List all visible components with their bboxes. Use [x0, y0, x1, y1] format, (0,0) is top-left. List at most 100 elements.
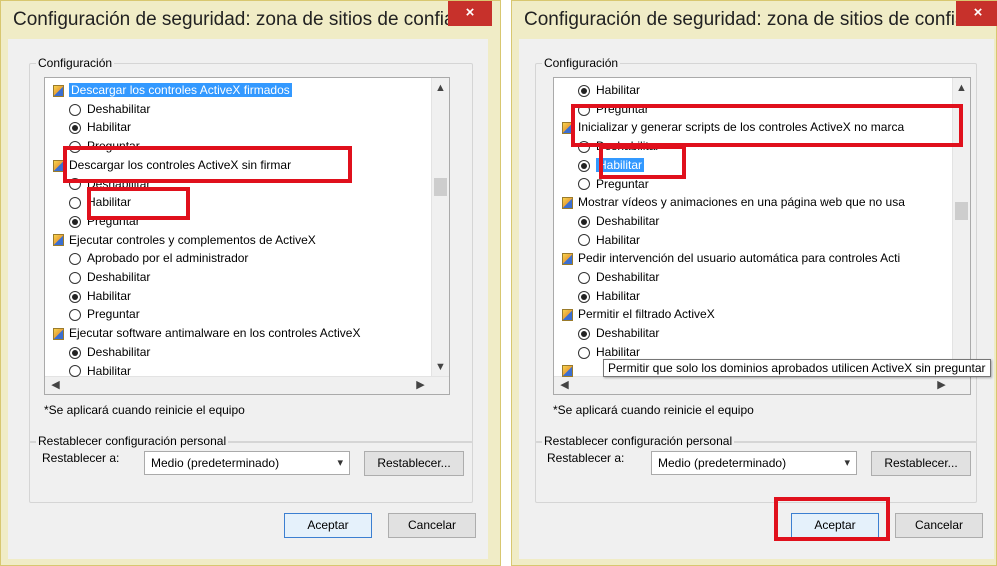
- setting-category[interactable]: [562, 362, 578, 380]
- setting-option[interactable]: Deshabilitar: [578, 212, 659, 230]
- horizontal-scrollbar[interactable]: ◀ ▶: [554, 376, 970, 394]
- reset-to-label: Restablecer a:: [42, 451, 120, 465]
- setting-option[interactable]: Preguntar: [578, 100, 649, 118]
- restart-note: *Se aplicará cuando reinicie el equipo: [44, 403, 245, 417]
- setting-label: Pedir intervención del usuario automátic…: [578, 251, 901, 266]
- restart-note: *Se aplicará cuando reinicie el equipo: [553, 403, 754, 417]
- setting-option[interactable]: Preguntar: [69, 305, 140, 323]
- radio-button[interactable]: [578, 84, 590, 97]
- radio-button[interactable]: [578, 215, 590, 228]
- vertical-scrollbar[interactable]: ▲ ▼: [952, 78, 970, 377]
- setting-option[interactable]: Deshabilitar: [69, 175, 150, 193]
- setting-option[interactable]: Habilitar: [578, 156, 645, 174]
- scroll-up-icon[interactable]: ▲: [953, 82, 970, 94]
- reset-level-select[interactable]: Medio (predeterminado) ▾: [144, 451, 350, 475]
- setting-label: Habilitar: [87, 195, 132, 210]
- setting-category[interactable]: Ejecutar controles y complementos de Act…: [53, 231, 316, 249]
- setting-option[interactable]: Habilitar: [69, 362, 131, 380]
- setting-option[interactable]: Deshabilitar: [578, 324, 659, 342]
- setting-option[interactable]: Deshabilitar: [69, 100, 150, 118]
- radio-button[interactable]: [578, 234, 590, 247]
- setting-option[interactable]: Habilitar: [578, 287, 640, 305]
- reset-level-select[interactable]: Medio (predeterminado) ▾: [651, 451, 857, 475]
- setting-option[interactable]: Preguntar: [69, 137, 140, 155]
- setting-label: Habilitar: [596, 157, 645, 172]
- scroll-left-icon[interactable]: ◀: [47, 378, 64, 391]
- tooltip: Permitir que solo los dominios aprobados…: [603, 359, 991, 377]
- setting-label: Habilitar: [596, 232, 641, 247]
- scroll-right-icon[interactable]: ▶: [412, 378, 429, 391]
- cancel-button[interactable]: Cancelar: [388, 513, 476, 538]
- setting-category[interactable]: Inicializar y generar scripts de los con…: [562, 118, 904, 136]
- radio-button[interactable]: [69, 365, 81, 378]
- setting-option[interactable]: Aprobado por el administrador: [69, 249, 248, 267]
- scroll-up-icon[interactable]: ▲: [432, 82, 449, 94]
- radio-button[interactable]: [69, 140, 81, 153]
- setting-category[interactable]: Mostrar vídeos y animaciones en una pági…: [562, 193, 905, 211]
- radio-button[interactable]: [578, 159, 590, 172]
- setting-option[interactable]: Habilitar: [69, 287, 131, 305]
- dialog-title: Configuración de seguridad: zona de siti…: [13, 9, 486, 30]
- setting-category[interactable]: Permitir el filtrado ActiveX: [562, 305, 715, 323]
- setting-option[interactable]: Habilitar: [578, 231, 640, 249]
- right-dialog: Configuración de seguridad: zona de siti…: [511, 0, 997, 566]
- radio-button[interactable]: [69, 197, 81, 210]
- setting-label: Preguntar: [596, 101, 649, 116]
- setting-option[interactable]: Habilitar: [69, 118, 131, 136]
- reset-level-value: Medio (predeterminado): [151, 456, 280, 470]
- close-button[interactable]: ×: [956, 1, 997, 26]
- settings-list[interactable]: ▲ ▼ ◀ ▶ Descargar los controles ActiveX …: [44, 77, 450, 395]
- radio-button[interactable]: [578, 271, 590, 284]
- radio-button[interactable]: [578, 327, 590, 340]
- setting-option[interactable]: Habilitar: [69, 193, 131, 211]
- scroll-down-icon[interactable]: ▼: [432, 361, 449, 373]
- setting-label: Habilitar: [596, 344, 641, 359]
- setting-option[interactable]: Deshabilitar: [69, 343, 150, 361]
- setting-option[interactable]: Deshabilitar: [578, 268, 659, 286]
- scroll-right-icon[interactable]: ▶: [933, 378, 950, 391]
- vertical-scrollbar[interactable]: ▲ ▼: [431, 78, 449, 377]
- setting-option[interactable]: Habilitar: [578, 81, 640, 99]
- setting-label: Preguntar: [87, 139, 140, 154]
- setting-label: Descargar los controles ActiveX sin firm…: [69, 157, 292, 172]
- radio-button[interactable]: [69, 178, 81, 191]
- radio-button[interactable]: [69, 346, 81, 359]
- setting-label: Habilitar: [596, 83, 641, 97]
- ok-button[interactable]: Aceptar: [284, 513, 372, 538]
- setting-label: Preguntar: [87, 307, 140, 322]
- radio-button[interactable]: [578, 290, 590, 303]
- radio-button[interactable]: [578, 178, 590, 191]
- left-dialog: Configuración de seguridad: zona de siti…: [0, 0, 501, 566]
- radio-button[interactable]: [69, 253, 81, 266]
- security-setting-icon: [562, 122, 573, 135]
- radio-button[interactable]: [69, 103, 81, 116]
- setting-category[interactable]: Descargar los controles ActiveX sin firm…: [53, 156, 291, 174]
- dialog-title: Configuración de seguridad: zona de siti…: [524, 9, 997, 30]
- reset-button[interactable]: Restablecer...: [364, 451, 464, 476]
- radio-button[interactable]: [578, 103, 590, 116]
- radio-button[interactable]: [69, 215, 81, 228]
- setting-option[interactable]: Deshabilitar: [69, 268, 150, 286]
- chevron-down-icon: ▾: [337, 457, 343, 469]
- settings-list[interactable]: ▲ ▼ ◀ ▶ Habilitar Preguntar Inicializar y …: [553, 77, 971, 395]
- scroll-left-icon[interactable]: ◀: [556, 378, 573, 391]
- setting-label: Deshabilitar: [87, 270, 151, 284]
- reset-button[interactable]: Restablecer...: [871, 451, 971, 476]
- setting-option[interactable]: Preguntar: [578, 175, 649, 193]
- scroll-thumb[interactable]: [955, 202, 968, 220]
- setting-option[interactable]: Deshabilitar: [578, 137, 659, 155]
- setting-category[interactable]: Ejecutar software antimalware en los con…: [53, 324, 360, 342]
- setting-option[interactable]: Preguntar: [69, 212, 140, 230]
- scroll-thumb[interactable]: [434, 178, 447, 196]
- radio-button[interactable]: [578, 346, 590, 359]
- radio-button[interactable]: [578, 140, 590, 153]
- setting-category[interactable]: Pedir intervención del usuario automátic…: [562, 249, 900, 267]
- close-button[interactable]: ×: [448, 1, 492, 26]
- cancel-button[interactable]: Cancelar: [895, 513, 983, 538]
- radio-button[interactable]: [69, 290, 81, 303]
- setting-category[interactable]: Descargar los controles ActiveX firmados: [53, 81, 292, 99]
- radio-button[interactable]: [69, 271, 81, 284]
- radio-button[interactable]: [69, 309, 81, 322]
- radio-button[interactable]: [69, 122, 81, 135]
- ok-button[interactable]: Aceptar: [791, 513, 879, 538]
